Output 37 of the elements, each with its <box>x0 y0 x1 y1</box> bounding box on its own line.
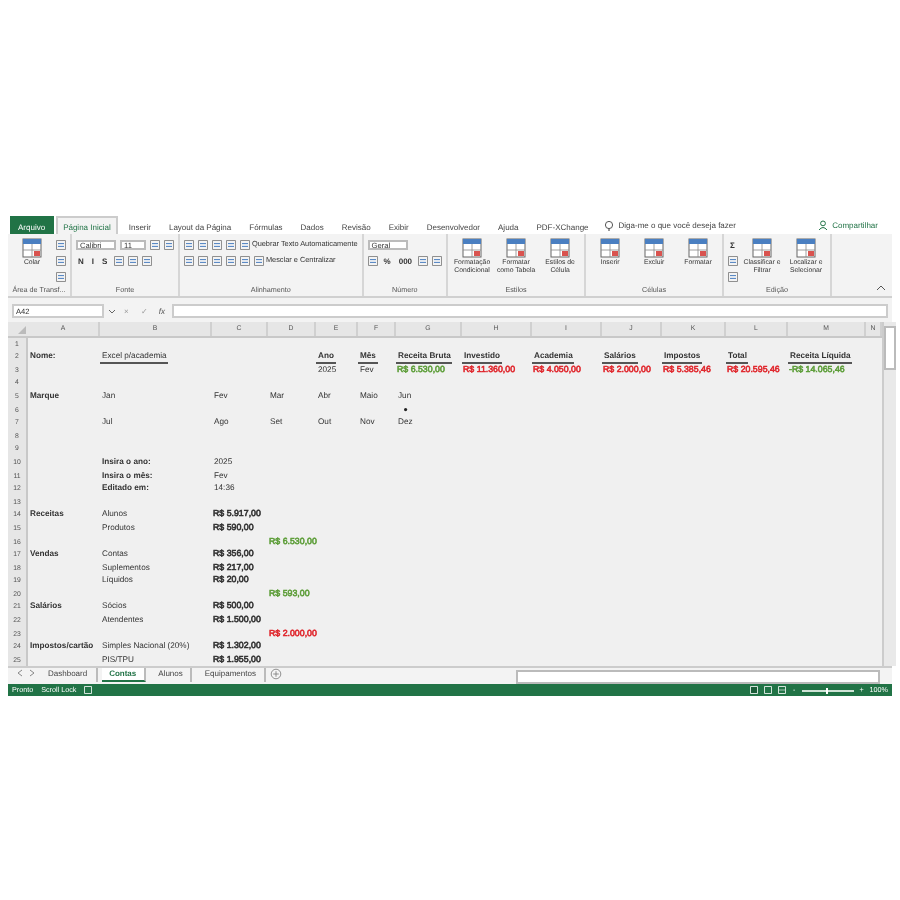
lines-icon[interactable] <box>197 239 208 249</box>
lines-icon[interactable] <box>239 239 250 249</box>
lines-icon[interactable] <box>56 239 66 249</box>
add-sheet-icon[interactable] <box>269 668 282 681</box>
collapse-caret-icon[interactable] <box>876 284 886 292</box>
lines-icon[interactable] <box>183 239 194 249</box>
lines-icon[interactable] <box>239 255 250 265</box>
person-icon <box>818 220 829 230</box>
lightbulb-icon <box>604 219 615 231</box>
record-macro-icon[interactable] <box>84 686 93 695</box>
previous-sheet-icon[interactable] <box>16 668 24 679</box>
normal-view-icon[interactable] <box>750 686 759 695</box>
horizontal-scrollbar[interactable] <box>516 670 880 685</box>
lines-icon[interactable] <box>728 255 739 265</box>
lines-icon[interactable] <box>728 271 739 281</box>
vertical-scrollbar[interactable] <box>882 322 896 667</box>
next-sheet-icon[interactable] <box>28 668 36 679</box>
page-break-icon[interactable] <box>778 686 787 695</box>
lines-icon[interactable] <box>141 255 152 265</box>
lines-icon[interactable] <box>253 255 264 265</box>
lines-icon[interactable] <box>225 255 236 265</box>
lines-icon[interactable] <box>183 255 194 265</box>
lines-icon[interactable] <box>113 255 124 265</box>
lines-icon[interactable] <box>56 255 66 265</box>
lines-icon[interactable] <box>211 239 222 249</box>
lines-icon[interactable] <box>149 239 160 249</box>
lines-icon[interactable] <box>211 255 222 265</box>
lines-icon[interactable] <box>197 255 208 265</box>
lines-icon[interactable] <box>432 255 443 265</box>
lines-icon[interactable] <box>163 239 174 249</box>
page-layout-icon[interactable] <box>764 686 773 695</box>
lines-icon[interactable] <box>418 255 429 265</box>
lines-icon[interactable] <box>127 255 138 265</box>
lines-icon[interactable] <box>367 255 378 265</box>
formula-input[interactable] <box>172 303 888 317</box>
lines-icon[interactable] <box>56 271 66 281</box>
lines-icon[interactable] <box>225 239 236 249</box>
